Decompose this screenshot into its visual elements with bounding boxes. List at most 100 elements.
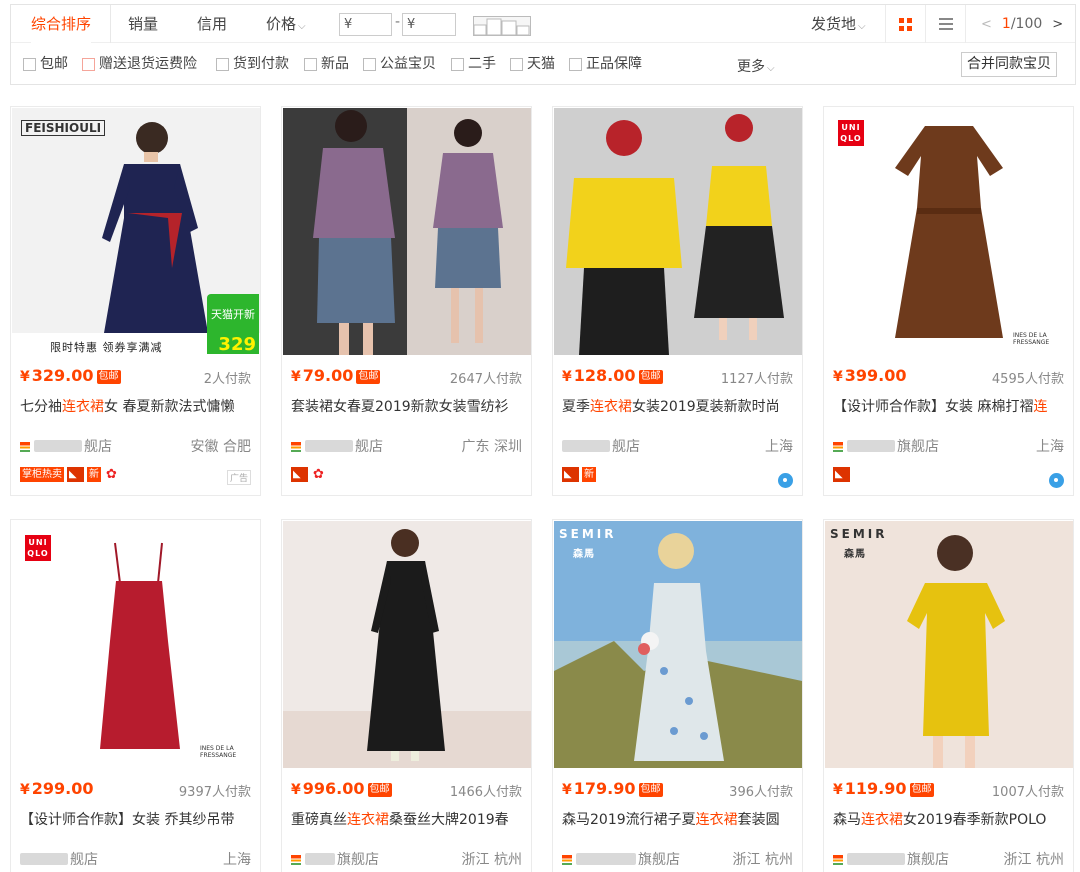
wangwang-chat-icon[interactable] [778, 473, 793, 488]
list-view-icon [938, 15, 953, 33]
title-keyword: 连衣裙 [861, 812, 903, 828]
sales-count: 9397人付款 [178, 785, 251, 800]
price-value: 179.90 [573, 779, 636, 798]
brand-logo-cn: 森馬 [844, 549, 866, 560]
sales-count: 2人付款 [203, 372, 251, 387]
product-price: ¥128.00 包邮 [562, 366, 663, 385]
location: 安徽 合肥 [190, 439, 251, 455]
brand-logo: FEISHIOULI [21, 120, 106, 136]
filter-cod[interactable]: 货到付款 [216, 54, 289, 74]
product-card[interactable]: ¥79.00 包邮 2647人付款 套装裙女春夏2019新款女装雪纺衫 舰店 广东… [281, 106, 532, 496]
next-page-icon[interactable]: > [1052, 17, 1063, 32]
brand-logo-cn: 森馬 [573, 549, 595, 560]
badges: 掌柜热卖 ◣ 新 ✿ [20, 467, 122, 483]
shop-link[interactable]: 舰店 [20, 436, 112, 456]
badges: ◣ ✿ [291, 467, 329, 483]
tmall-new-tag: 天猫开新 329 [207, 294, 259, 355]
grid-view-icon [899, 17, 912, 31]
promo-banner-text: 限时特惠 领券享满减 [50, 341, 163, 354]
sort-sales[interactable]: 销量 [128, 5, 158, 43]
filter-charity[interactable]: 公益宝贝 [363, 54, 436, 74]
title-text: 七分袖 [20, 399, 62, 415]
free-shipping-badge: 包邮 [96, 370, 121, 384]
filter-free-shipping[interactable]: 包邮 [23, 54, 68, 74]
title-text: 女装2019夏装新款时尚 [632, 399, 780, 415]
hot-seller-badge: 掌柜热卖 [20, 467, 64, 482]
shop-name: 舰店 [612, 439, 640, 455]
price-max-input[interactable]: ¥ [402, 13, 456, 36]
shop-name-blurred [576, 853, 636, 865]
product-image[interactable]: SEMIR 森馬 [825, 521, 1073, 768]
product-card[interactable]: SEMIR 森馬 ¥179.90 包邮 396人付款 森马2019流行裙子夏连衣裙… [552, 519, 803, 872]
sales-count: 1007人付款 [991, 785, 1064, 800]
product-card[interactable]: ¥128.00 包邮 1127人付款 夏季连衣裙女装2019夏装新款时尚 舰店 上… [552, 106, 803, 496]
list-view-button[interactable] [925, 5, 965, 43]
shop-link[interactable]: 舰店 [562, 436, 640, 456]
product-title[interactable]: 森马连衣裙女2019春季新款POLO [833, 809, 1067, 839]
wangwang-chat-icon[interactable] [1049, 473, 1064, 488]
sort-price[interactable]: 价格 ⌵ [266, 5, 306, 43]
product-price: ¥299.00 [20, 779, 94, 798]
shop-link[interactable]: 旗舰店 [833, 849, 949, 869]
shop-link[interactable]: 舰店 [20, 849, 98, 869]
badges: ◣ 新 [562, 467, 599, 483]
filter-return-insurance[interactable]: 赠送退货运费险 [82, 54, 197, 74]
product-image[interactable] [554, 108, 802, 355]
price-min-input[interactable]: ¥ [339, 13, 392, 36]
product-title[interactable]: 【设计师合作款】女装 乔其纱吊带 [20, 809, 254, 839]
ship-from-label: 发货地 [811, 15, 857, 33]
product-title[interactable]: 七分袖连衣裙女 春夏新款法式慵懒 [20, 396, 254, 426]
shop-link[interactable]: 旗舰店 [562, 849, 680, 869]
shop-icon [291, 855, 301, 865]
shop-link[interactable]: 旗舰店 [291, 849, 379, 869]
ship-from-dropdown[interactable]: 发货地 ⌵ [811, 5, 866, 43]
title-text: 【设计师合作款】女装 麻棉打褶 [833, 399, 1034, 415]
sort-credit[interactable]: 信用 [197, 5, 227, 43]
location: 上海 [223, 852, 251, 868]
tmall-badge: ◣ [291, 467, 308, 482]
shop-link[interactable]: 旗舰店 [833, 436, 939, 456]
product-image[interactable]: SEMIR 森馬 [554, 521, 802, 768]
product-title[interactable]: 夏季连衣裙女装2019夏装新款时尚 [562, 396, 796, 426]
product-image[interactable] [283, 108, 531, 355]
shop-name-blurred [847, 853, 905, 865]
product-title[interactable]: 套装裙女春夏2019新款女装雪纺衫 [291, 396, 525, 426]
shop-name: 舰店 [70, 852, 98, 868]
prev-page-icon[interactable]: < [981, 17, 992, 32]
title-text: 女 春夏新款法式慵懒 [104, 399, 235, 415]
shop-icon [20, 442, 30, 452]
product-price: ¥399.00 [833, 366, 907, 385]
shop-icon [833, 442, 843, 452]
sales-count: 1127人付款 [720, 372, 793, 387]
shop-link[interactable]: 舰店 [291, 436, 383, 456]
shop-name-blurred [305, 853, 335, 865]
merge-same-items-button[interactable]: 合并同款宝贝 [961, 52, 1057, 77]
grid-view-button[interactable] [885, 5, 925, 43]
product-title[interactable]: 【设计师合作款】女装 麻棉打褶连 [833, 396, 1067, 426]
charity-icon: ✿ [311, 467, 326, 482]
product-card[interactable]: SEMIR 森馬 ¥119.90 包邮 1007人付款 森马连衣裙女2019春季新… [823, 519, 1074, 872]
filter-genuine[interactable]: 正品保障 [569, 54, 642, 74]
product-card[interactable]: UNI QLO INES DE LA FRESSANGE ¥299.00 939… [10, 519, 261, 872]
product-image[interactable]: FEISHIOULI 限时特惠 领券享满减 天猫开新 329 [12, 108, 260, 355]
product-card[interactable]: UNI QLO INES DE LA FRESSANGE ¥399.00 459… [823, 106, 1074, 496]
title-text: 森马 [833, 812, 861, 828]
new-badge: 新 [582, 467, 596, 482]
product-title[interactable]: 森马2019流行裙子夏连衣裙套装圆 [562, 809, 796, 839]
sort-tab-default[interactable]: 综合排序 [11, 5, 111, 43]
product-card[interactable]: ¥996.00 包邮 1466人付款 重磅真丝连衣裙桑蚕丝大牌2019春 旗舰店 … [281, 519, 532, 872]
product-price: ¥996.00 包邮 [291, 779, 392, 798]
free-shipping-badge: 包邮 [638, 370, 663, 384]
product-image[interactable] [283, 521, 531, 768]
product-card[interactable]: FEISHIOULI 限时特惠 领券享满减 天猫开新 329 ¥329.00 包邮… [10, 106, 261, 496]
sales-count: 1466人付款 [449, 785, 522, 800]
histogram-icon [473, 18, 530, 36]
more-filters-button[interactable]: 更多 ⌵ [737, 56, 775, 76]
price-range-histogram[interactable] [473, 16, 531, 36]
filter-secondhand[interactable]: 二手 [451, 54, 496, 74]
filter-tmall[interactable]: 天猫 [510, 54, 555, 74]
product-title[interactable]: 重磅真丝连衣裙桑蚕丝大牌2019春 [291, 809, 525, 839]
product-image[interactable]: UNI QLO INES DE LA FRESSANGE [825, 108, 1073, 355]
product-image[interactable]: UNI QLO INES DE LA FRESSANGE [12, 521, 260, 768]
filter-new[interactable]: 新品 [304, 54, 349, 74]
